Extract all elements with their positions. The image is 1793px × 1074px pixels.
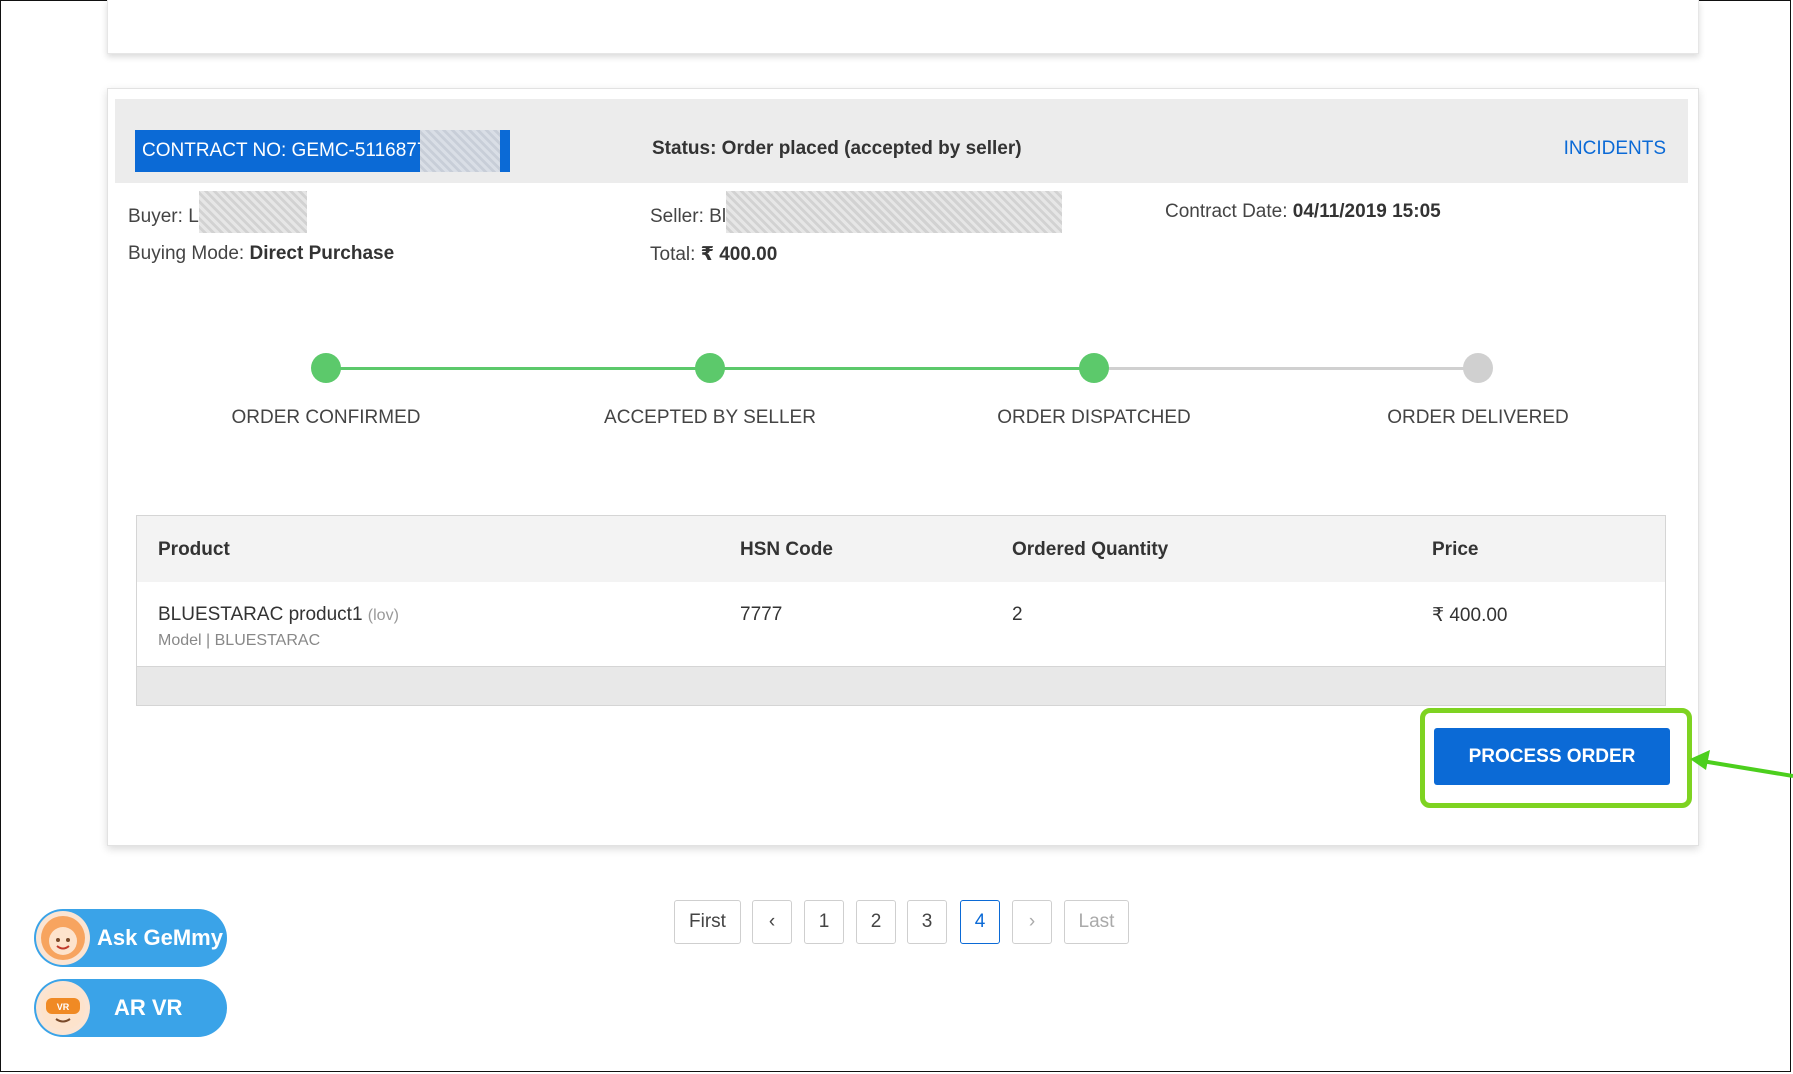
previous-order-card: [107, 0, 1699, 54]
product-tag: (lov): [367, 607, 399, 624]
order-card-header: CONTRACT NO: GEMC-5116877 Status: Order …: [115, 99, 1688, 183]
contract-date-value: 04/11/2019 15:05: [1292, 201, 1441, 222]
step-label-order-dispatched: ORDER DISPATCHED: [997, 407, 1191, 428]
ask-gemmy-label: Ask GeMmy: [97, 925, 223, 950]
progress-segment-3: [1094, 367, 1478, 370]
buying-mode-value: Direct Purchase: [249, 243, 395, 264]
incidents-link[interactable]: INCIDENTS: [1564, 138, 1666, 160]
process-order-button[interactable]: PROCESS ORDER: [1434, 728, 1670, 785]
redacted-seller-name: [726, 191, 1063, 233]
ar-vr-label: AR VR: [114, 995, 183, 1020]
total-label: Total:: [650, 244, 696, 265]
product-model: Model | BLUESTARAC: [158, 632, 321, 649]
buying-mode-label: Buying Mode:: [128, 243, 245, 264]
total-info: Total: ₹ 400.00: [650, 243, 777, 266]
pagination-page-3[interactable]: 3: [907, 900, 947, 944]
pagination-first[interactable]: First: [674, 900, 741, 944]
header-ordered-quantity: Ordered Quantity: [1012, 539, 1169, 560]
redacted-buyer-name: [198, 191, 307, 233]
buying-mode-info: Buying Mode: Direct Purchase: [128, 243, 394, 265]
product-quantity: 2: [1012, 604, 1023, 625]
step-dot-order-confirmed: [311, 353, 341, 383]
progress-segment-2: [710, 367, 1094, 370]
order-status: Status: Order placed (accepted by seller…: [652, 138, 1022, 159]
redacted-contract-suffix: [420, 130, 500, 172]
assistant-avatar-icon: [36, 911, 90, 965]
vr-headset-icon: VR: [36, 981, 90, 1035]
header-price: Price: [1432, 539, 1479, 560]
header-hsn-code: HSN Code: [740, 539, 833, 560]
pagination-page-1[interactable]: 1: [804, 900, 844, 944]
product-table: Product HSN Code Ordered Quantity Price …: [136, 515, 1666, 706]
step-label-order-confirmed: ORDER CONFIRMED: [231, 407, 421, 428]
step-dot-accepted-by-seller: [695, 353, 725, 383]
product-price: ₹ 400.00: [1432, 605, 1508, 626]
table-header-row: Product HSN Code Ordered Quantity Price: [137, 516, 1665, 582]
step-dot-order-delivered: [1463, 353, 1493, 383]
product-name: BLUESTARAC product1 (lov): [158, 604, 399, 626]
seller-value: Bl: [709, 206, 727, 228]
contract-date-label: Contract Date:: [1165, 201, 1288, 222]
svg-text:VR: VR: [57, 1002, 70, 1012]
table-footer: [137, 666, 1665, 705]
step-label-order-delivered: ORDER DELIVERED: [1387, 407, 1569, 428]
seller-info: Seller: Bl: [650, 191, 1063, 233]
pagination-next[interactable]: ›: [1012, 900, 1052, 944]
buyer-value: L: [188, 206, 199, 228]
buyer-label: Buyer:: [128, 206, 183, 228]
product-hsn: 7777: [740, 604, 783, 625]
pagination-last[interactable]: Last: [1064, 900, 1129, 944]
product-name-text: BLUESTARAC product1: [158, 604, 363, 625]
ask-gemmy-button[interactable]: Ask GeMmy: [34, 909, 227, 967]
step-dot-order-dispatched: [1079, 353, 1109, 383]
progress-segment-1: [326, 367, 710, 370]
seller-label: Seller:: [650, 206, 704, 228]
contract-number: CONTRACT NO: GEMC-5116877: [135, 130, 510, 172]
contract-number-text: CONTRACT NO: GEMC-5116877: [142, 140, 428, 161]
header-product: Product: [158, 539, 230, 560]
step-label-accepted-by-seller: ACCEPTED BY SELLER: [604, 407, 816, 428]
pagination-page-2[interactable]: 2: [856, 900, 896, 944]
buyer-info: Buyer: L: [128, 191, 307, 233]
pagination-page-4[interactable]: 4: [960, 900, 1000, 944]
pointer-arrow-icon: [1690, 750, 1793, 778]
contract-date-info: Contract Date: 04/11/2019 15:05: [1165, 201, 1441, 223]
pagination-prev[interactable]: ‹: [752, 900, 792, 944]
ar-vr-button[interactable]: VR AR VR: [34, 979, 227, 1037]
total-value: ₹ 400.00: [700, 244, 778, 265]
